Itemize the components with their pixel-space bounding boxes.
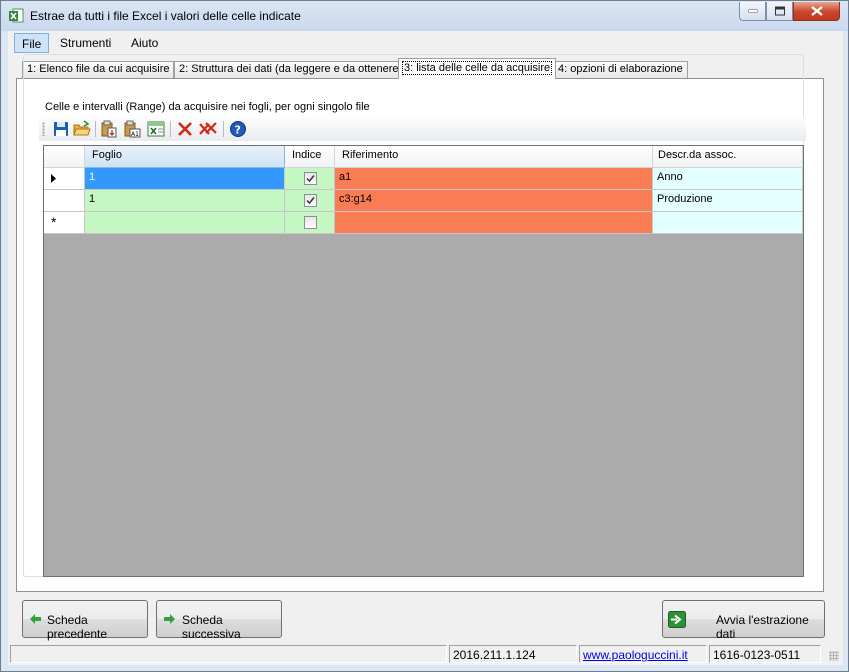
size-grip[interactable] bbox=[829, 651, 839, 661]
cell-riferimento[interactable] bbox=[335, 212, 653, 234]
status-website[interactable]: www.paologuccini.it bbox=[579, 645, 707, 663]
status-version: 2016.211.1.124 bbox=[449, 645, 577, 663]
status-main bbox=[10, 645, 447, 663]
window-title: Estrae da tutti i file Excel i valori de… bbox=[30, 9, 301, 23]
next-tab-button[interactable]: Scheda successiva bbox=[156, 600, 282, 641]
indice-checkbox[interactable] bbox=[304, 194, 317, 207]
close-icon bbox=[810, 6, 823, 16]
arrow-right-icon bbox=[164, 614, 175, 624]
menu-aiuto[interactable]: Aiuto bbox=[124, 33, 165, 53]
arrow-left-icon bbox=[30, 614, 41, 624]
next-tab-label: Scheda successiva bbox=[182, 613, 241, 641]
column-header-descr[interactable]: Descr.da assoc. bbox=[653, 146, 803, 168]
checkmark-icon bbox=[306, 197, 315, 205]
row-header[interactable] bbox=[44, 190, 85, 212]
tab-label: 3: lista delle celle da acquisire bbox=[401, 61, 553, 75]
indice-checkbox[interactable] bbox=[304, 216, 317, 229]
status-bar: 2016.211.1.124 www.paologuccini.it 1616-… bbox=[8, 645, 843, 665]
toolbar-grip[interactable] bbox=[42, 122, 45, 136]
cell-foglio[interactable] bbox=[85, 212, 285, 234]
paste-icon[interactable] bbox=[100, 120, 118, 138]
indice-checkbox[interactable] bbox=[304, 172, 317, 185]
new-row[interactable]: * bbox=[44, 212, 803, 234]
cell-indice[interactable] bbox=[285, 212, 335, 234]
toolbar-separator bbox=[170, 121, 171, 137]
cell-indice[interactable] bbox=[285, 190, 335, 212]
toolbar-separator bbox=[95, 121, 96, 137]
column-header-riferimento[interactable]: Riferimento bbox=[335, 146, 653, 168]
cell-descr[interactable]: Anno bbox=[653, 168, 803, 190]
maximize-icon bbox=[774, 6, 785, 16]
cell-riferimento[interactable]: c3:g14 bbox=[335, 190, 653, 212]
current-row-icon bbox=[51, 174, 56, 183]
open-folder-icon[interactable] bbox=[73, 120, 91, 138]
run-extraction-label: Avvia l'estrazione dati bbox=[716, 613, 809, 641]
delete-all-icon[interactable] bbox=[199, 120, 217, 138]
title-bar[interactable]: Estrae da tutti i file Excel i valori de… bbox=[1, 1, 848, 31]
minimize-button[interactable] bbox=[739, 2, 766, 21]
website-link[interactable]: www.paologuccini.it bbox=[583, 648, 688, 662]
checkmark-icon bbox=[306, 175, 315, 183]
paste-a1-icon[interactable]: A1 bbox=[123, 120, 141, 138]
row-header-corner[interactable] bbox=[44, 146, 85, 168]
status-code: 1616-0123-0511 bbox=[709, 645, 821, 663]
cell-riferimento[interactable]: a1 bbox=[335, 168, 653, 190]
menu-strumenti[interactable]: Strumenti bbox=[53, 33, 118, 53]
save-icon[interactable] bbox=[52, 120, 70, 138]
delete-icon[interactable] bbox=[176, 120, 194, 138]
close-button[interactable] bbox=[793, 2, 840, 21]
cell-descr[interactable] bbox=[653, 212, 803, 234]
svg-text:A1: A1 bbox=[131, 131, 139, 138]
row-header[interactable] bbox=[44, 168, 85, 190]
column-header-foglio[interactable]: Foglio bbox=[85, 146, 285, 168]
help-icon[interactable]: ? bbox=[229, 120, 247, 138]
menu-bar: File Strumenti Aiuto bbox=[8, 31, 843, 55]
prev-tab-button[interactable]: Scheda precedente bbox=[22, 600, 148, 641]
cell-indice[interactable] bbox=[285, 168, 335, 190]
excel-app-icon bbox=[9, 8, 24, 23]
minimize-icon bbox=[748, 9, 757, 13]
run-icon bbox=[668, 611, 686, 628]
maximize-button[interactable] bbox=[766, 2, 793, 21]
table-row[interactable]: 1 a1 Anno bbox=[44, 168, 803, 190]
cells-toolbar: A1 ? bbox=[39, 117, 806, 141]
run-extraction-button[interactable]: Avvia l'estrazione dati bbox=[662, 600, 825, 641]
column-header-indice[interactable]: Indice bbox=[285, 146, 335, 168]
toolbar-separator bbox=[223, 121, 224, 137]
cells-grid[interactable]: Foglio Indice Riferimento Descr.da assoc… bbox=[43, 145, 804, 577]
cell-foglio[interactable]: 1 bbox=[85, 168, 285, 190]
tab-lista-celle[interactable]: 3: lista delle celle da acquisire bbox=[398, 58, 557, 79]
cell-descr[interactable]: Produzione bbox=[653, 190, 803, 212]
cell-foglio[interactable]: 1 bbox=[85, 190, 285, 212]
svg-text:?: ? bbox=[235, 124, 241, 137]
cells-group-label: Celle e intervalli (Range) da acquisire … bbox=[42, 101, 373, 113]
table-row[interactable]: 1 c3:g14 Produzione bbox=[44, 190, 803, 212]
prev-tab-label: Scheda precedente bbox=[47, 613, 108, 641]
excel-icon[interactable] bbox=[147, 120, 165, 138]
menu-file[interactable]: File bbox=[14, 33, 50, 53]
grid-header-row: Foglio Indice Riferimento Descr.da assoc… bbox=[44, 146, 803, 168]
new-row-marker[interactable]: * bbox=[44, 212, 85, 234]
main-window: Estrae da tutti i file Excel i valori de… bbox=[0, 0, 849, 672]
